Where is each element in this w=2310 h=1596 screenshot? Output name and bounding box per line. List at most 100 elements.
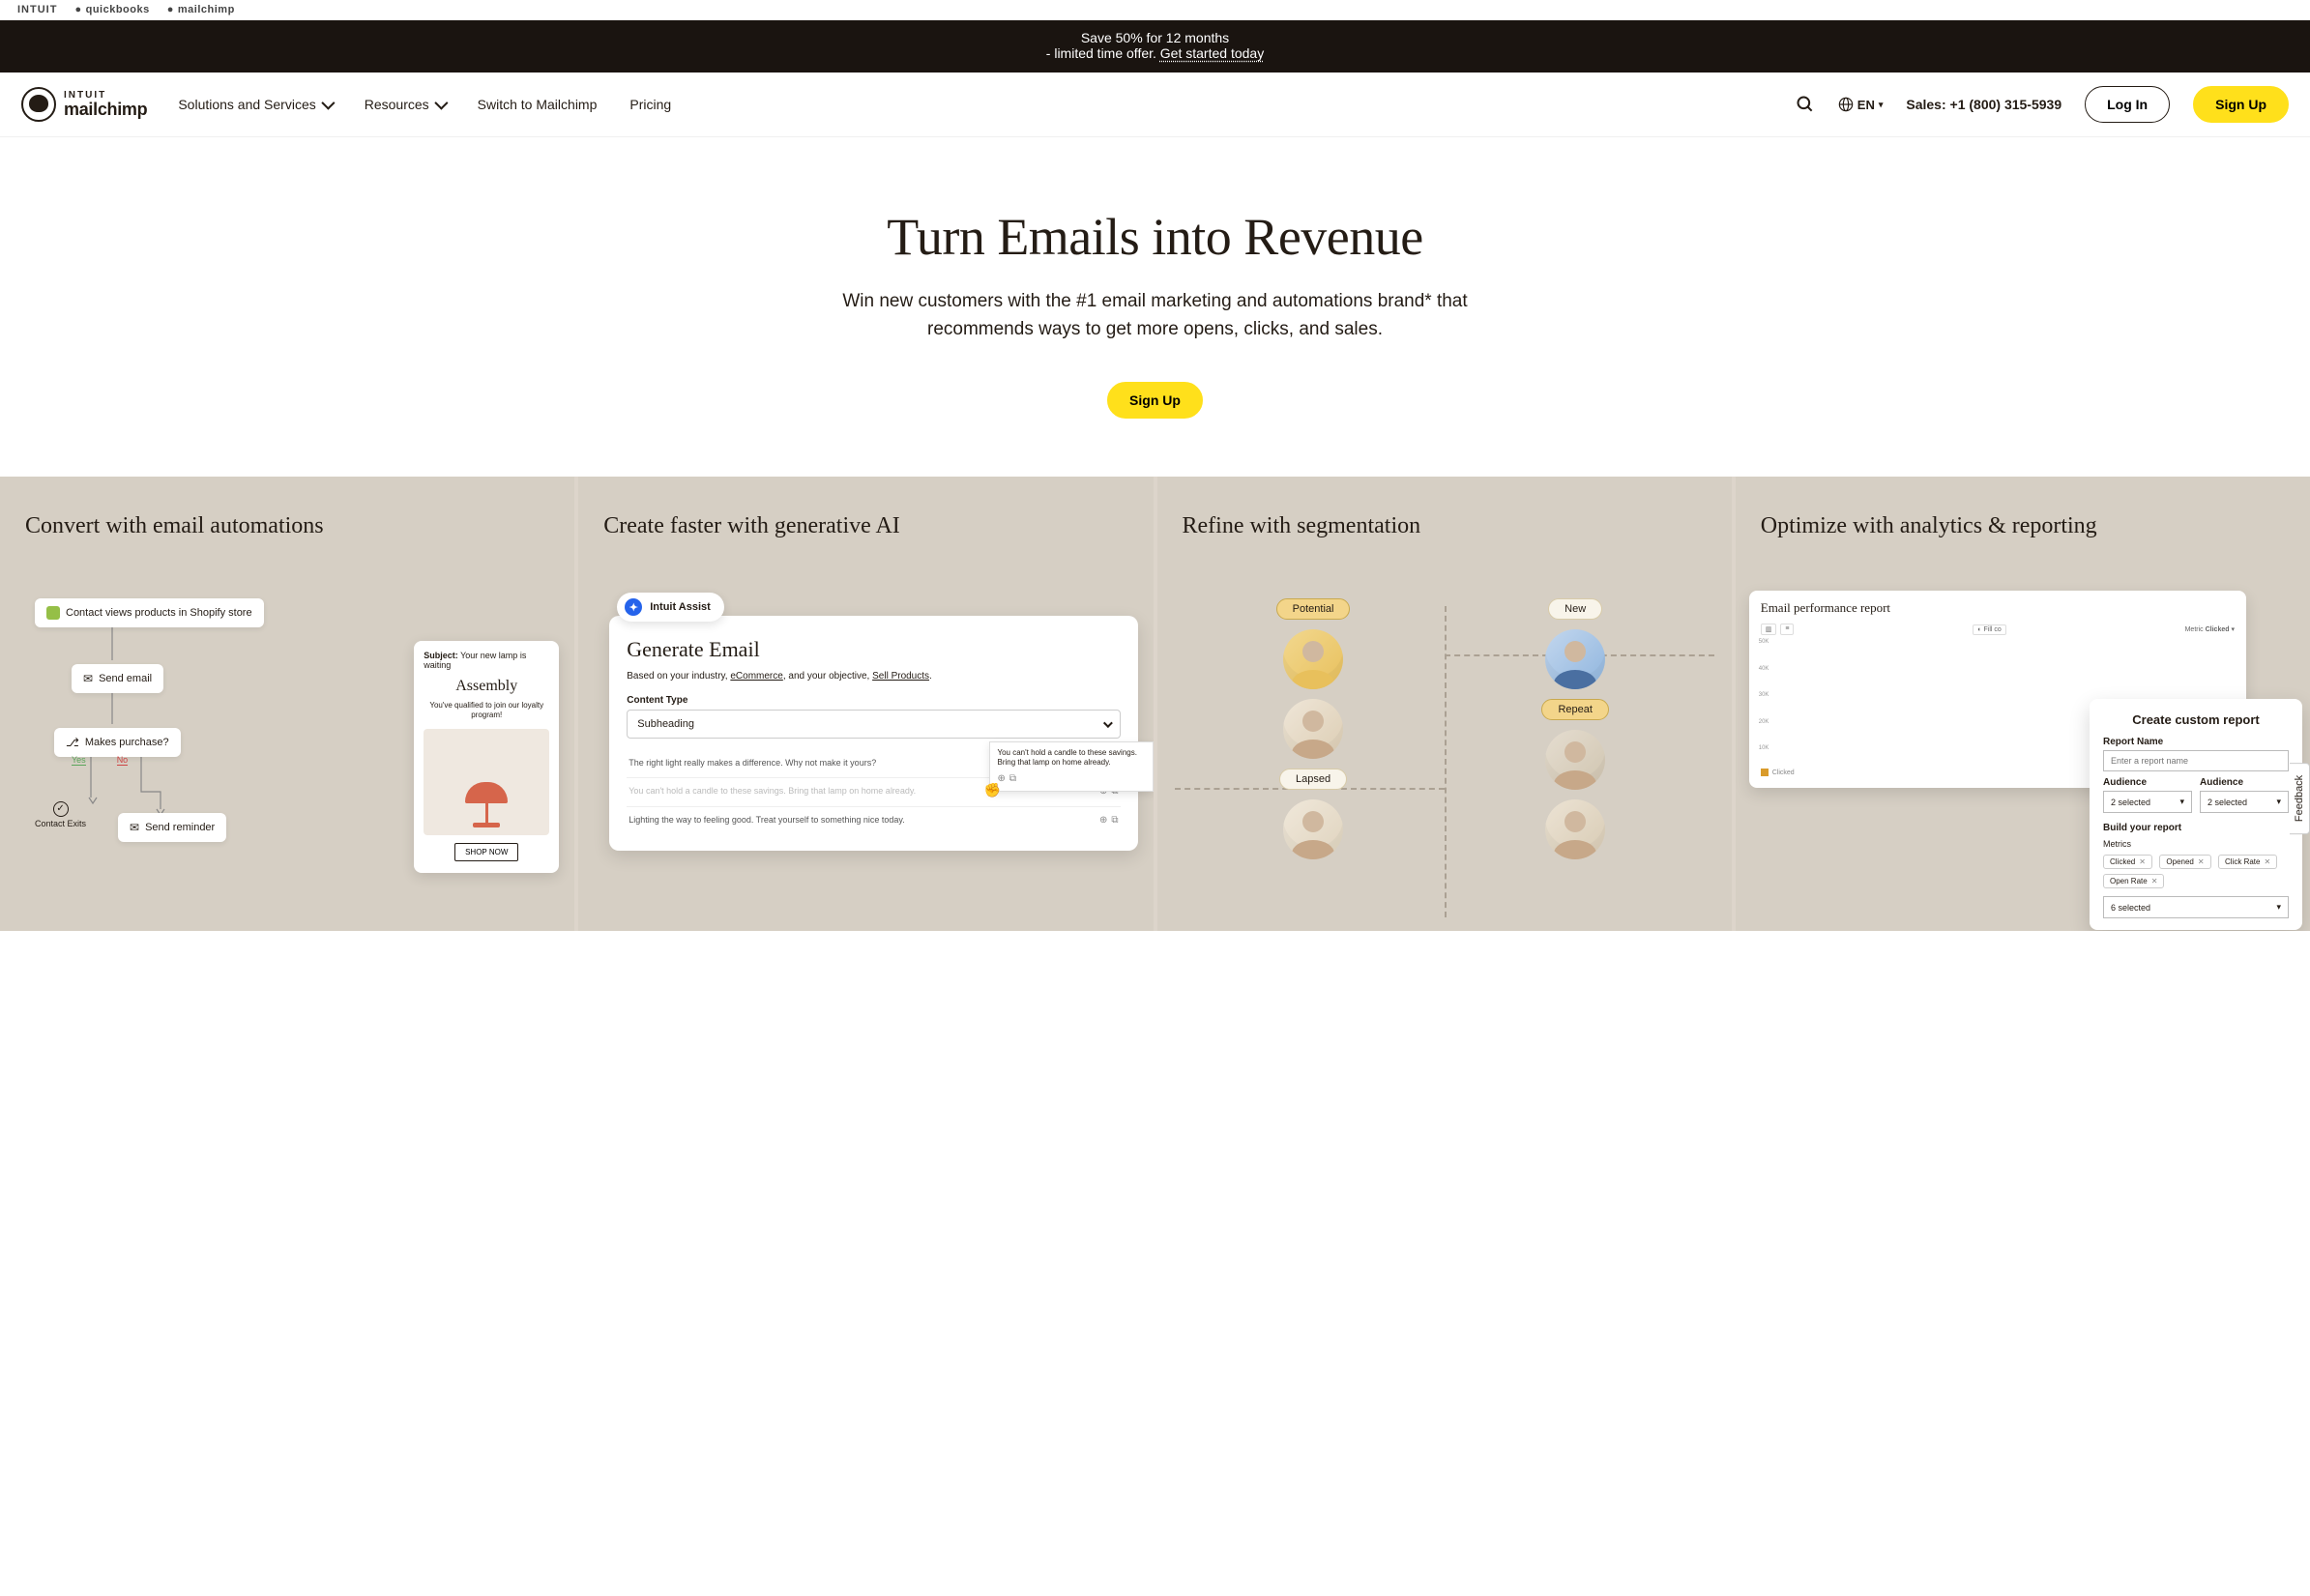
signup-button[interactable]: Sign Up: [2193, 86, 2289, 123]
generative-ai-illustration: ✦Intuit Assist Generate Email Based on y…: [603, 598, 1127, 917]
audience-label: Audience: [2103, 777, 2192, 788]
automation-flow-illustration: Contact views products in Shopify store …: [25, 598, 549, 917]
copy-icon: ⧉: [1009, 772, 1016, 785]
tooltip-preview: You can't hold a candle to these savings…: [989, 741, 1154, 792]
seg-pill-repeat: Repeat: [1541, 699, 1608, 720]
check-circle-icon: [53, 801, 69, 817]
chevron-down-icon: [434, 97, 448, 110]
seg-pill-new: New: [1548, 598, 1602, 620]
generated-option-3: Lighting the way to feeling good. Treat …: [627, 807, 1120, 835]
card-description: Based on your industry, eCommerce, and y…: [627, 670, 1120, 683]
feature-generative-ai[interactable]: Create faster with generative AI ✦Intuit…: [578, 477, 1153, 931]
report-title: Email performance report: [1761, 600, 2235, 616]
chart-type-icon: ▥: [1761, 624, 1777, 635]
mailchimp-logo-icon: [21, 87, 56, 122]
content-type-select: Subheading: [627, 710, 1120, 739]
nav-right: EN ▾ Sales: +1 (800) 315-5939 Log In Sig…: [1796, 86, 2289, 123]
chart-type-icon: ≡: [1780, 624, 1794, 635]
custom-report-card: Create custom report Report Name Audienc…: [2090, 699, 2302, 930]
build-label: Build your report: [2103, 823, 2289, 833]
audience-label: Audience: [2200, 777, 2289, 788]
cursor-icon: ✊: [984, 781, 1001, 798]
branch-icon: ⎇: [66, 736, 79, 749]
metric-chip: Opened✕: [2159, 855, 2210, 869]
card-title: Generate Email: [627, 637, 1120, 662]
promo-banner: Save 50% for 12 months - limited time of…: [0, 20, 2310, 73]
promo-line-2-prefix: - limited time offer.: [1046, 45, 1160, 61]
content-type-label: Content Type: [627, 695, 1120, 706]
metric-chips: Clicked✕ Opened✕ Click Rate✕ Open Rate✕: [2103, 852, 2289, 890]
flow-branch-labels: YesNo: [72, 755, 128, 766]
main-nav: INTUIT mailchimp Solutions and Services …: [0, 73, 2310, 137]
hero: Turn Emails into Revenue Win new custome…: [0, 137, 2310, 477]
metric-chip: Open Rate✕: [2103, 874, 2164, 888]
feedback-tab[interactable]: Feedback: [2290, 762, 2310, 833]
email-preview-card: Subject: Your new lamp is waiting Assemb…: [414, 641, 559, 873]
product-image: [424, 729, 549, 835]
hero-signup-button[interactable]: Sign Up: [1107, 382, 1203, 419]
nav-links: Solutions and Services Resources Switch …: [178, 97, 671, 112]
mailchimp-link[interactable]: ● mailchimp: [167, 4, 235, 15]
metric-chip: Click Rate✕: [2218, 855, 2277, 869]
email-message: You've qualified to join our loyalty pro…: [424, 701, 549, 721]
intuit-assist-badge: ✦Intuit Assist: [617, 593, 724, 622]
copy-icon: ⧉: [1111, 815, 1118, 826]
quickbooks-link[interactable]: ● quickbooks: [74, 4, 149, 15]
segmentation-illustration: Potential Lapsed New Repeat: [1183, 598, 1707, 917]
feature-title: Refine with segmentation: [1183, 511, 1707, 571]
chevron-down-icon: [1102, 718, 1112, 728]
hero-title: Turn Emails into Revenue: [39, 207, 2271, 267]
language-selector[interactable]: EN ▾: [1838, 97, 1884, 112]
sales-phone[interactable]: Sales: +1 (800) 315-5939: [1906, 97, 2061, 112]
audience-select: 2 selected▾: [2200, 791, 2289, 813]
seg-col-right: New Repeat: [1445, 598, 1707, 917]
promo-cta-link[interactable]: Get started today: [1160, 45, 1264, 61]
login-button[interactable]: Log In: [2085, 86, 2170, 123]
custom-report-title: Create custom report: [2103, 712, 2289, 727]
flow-node-condition: ⎇Makes purchase?: [54, 728, 181, 757]
seg-pill-potential: Potential: [1276, 598, 1351, 620]
flow-node-exit: Contact Exits: [35, 801, 86, 828]
metrics-label: Metrics: [2103, 839, 2289, 849]
seg-pill-lapsed: Lapsed: [1279, 769, 1347, 790]
feature-title: Optimize with analytics & reporting: [1761, 511, 2285, 571]
intuit-logo[interactable]: INTUIT: [17, 4, 57, 15]
mailchimp-logo[interactable]: INTUIT mailchimp: [21, 87, 147, 122]
avatar: [1545, 730, 1605, 790]
nav-pricing[interactable]: Pricing: [629, 97, 671, 112]
nav-switch[interactable]: Switch to Mailchimp: [478, 97, 598, 112]
feature-segmentation[interactable]: Refine with segmentation Potential Lapse…: [1157, 477, 1732, 931]
close-icon: ✕: [2264, 857, 2270, 866]
features-grid: Convert with email automations Contact v…: [0, 477, 2310, 931]
feature-analytics[interactable]: Optimize with analytics & reporting Emai…: [1736, 477, 2310, 931]
avatar: [1283, 699, 1343, 759]
avatar: [1283, 799, 1343, 859]
feature-title: Create faster with generative AI: [603, 511, 1127, 571]
mailchimp-label: mailchimp: [178, 4, 235, 15]
chevron-down-icon: ▾: [2276, 902, 2281, 913]
metric-chip: Clicked✕: [2103, 855, 2152, 869]
feature-title: Convert with email automations: [25, 511, 549, 571]
shop-now-button: SHOP NOW: [454, 843, 518, 861]
feature-automations[interactable]: Convert with email automations Contact v…: [0, 477, 574, 931]
audience-select: 2 selected▾: [2103, 791, 2192, 813]
email-brand: Assembly: [424, 678, 549, 695]
nav-solutions[interactable]: Solutions and Services: [178, 97, 331, 112]
avatar: [1545, 799, 1605, 859]
search-icon[interactable]: [1796, 95, 1815, 114]
sparkle-icon: ✦: [625, 598, 642, 616]
intuit-brand-bar: INTUIT ● quickbooks ● mailchimp: [0, 0, 2310, 20]
nav-resources[interactable]: Resources: [365, 97, 445, 112]
report-name-label: Report Name: [2103, 737, 2289, 747]
chevron-down-icon: ▾: [2179, 797, 2184, 807]
fill-toggle: ◐ Fill co: [1973, 624, 2005, 635]
flow-node-trigger: Contact views products in Shopify store: [35, 598, 264, 627]
avatar: [1545, 629, 1605, 689]
close-icon: ✕: [2198, 857, 2205, 866]
generate-email-card: Generate Email Based on your industry, e…: [609, 616, 1137, 851]
close-icon: ✕: [2151, 877, 2158, 885]
logo-bottom-text: mailchimp: [64, 101, 147, 118]
subject-label: Subject:: [424, 651, 458, 660]
promo-line-1: Save 50% for 12 months: [0, 30, 2310, 45]
mail-icon: ✉: [130, 821, 139, 834]
